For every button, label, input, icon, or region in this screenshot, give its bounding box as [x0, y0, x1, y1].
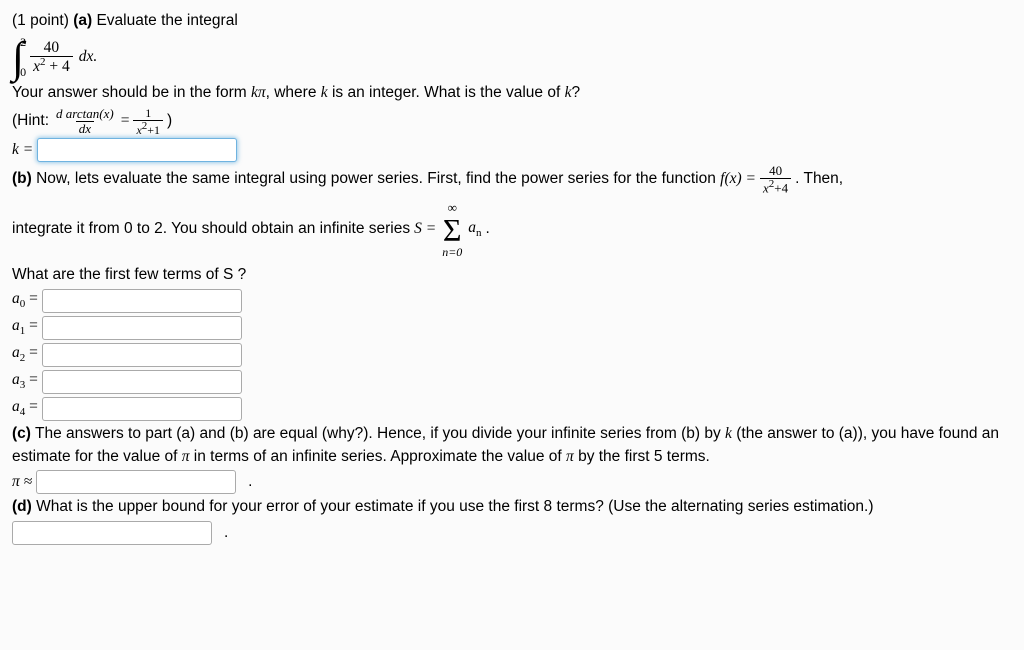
part-b-label: (b)	[12, 170, 32, 187]
a1-row: a1 =	[12, 315, 1012, 340]
points-label: (1 point)	[12, 12, 69, 29]
integral-display: ∫ 2 0 40 x2 + 4 dx.	[12, 36, 97, 78]
pi-input-row: π ≈ .	[12, 470, 1012, 494]
a2-row: a2 =	[12, 342, 1012, 367]
part-b-line1: (b) Now, lets evaluate the same integral…	[12, 164, 1012, 195]
integral-sign: ∫	[12, 38, 24, 78]
part-d-label: (d)	[12, 498, 32, 515]
part-b-line2: integrate it from 0 to 2. You should obt…	[12, 201, 1012, 258]
hint-lhs: d arctan(x) dx	[53, 107, 117, 135]
a1-input[interactable]	[42, 316, 242, 340]
part-a-header: (1 point) (a) Evaluate the integral	[12, 10, 1012, 32]
integrand-fraction: 40 x2 + 4	[30, 40, 73, 76]
fx-fraction: 40 x2+4	[760, 164, 791, 195]
part-a-text: Evaluate the integral	[96, 12, 237, 29]
k-input[interactable]	[37, 138, 237, 162]
part-c-label: (c)	[12, 425, 31, 442]
dx-text: dx.	[79, 46, 98, 68]
pi-input[interactable]	[36, 470, 236, 494]
pi-prompt: π ≈	[12, 471, 32, 493]
part-d-text: (d) What is the upper bound for your err…	[12, 496, 1012, 518]
answer-form-line: Your answer should be in the form kπ, wh…	[12, 82, 1012, 104]
a2-input[interactable]	[42, 343, 242, 367]
a3-row: a3 =	[12, 369, 1012, 394]
part-b-question: What are the first few terms of S ?	[12, 264, 1012, 286]
part-c-text: (c) The answers to part (a) and (b) are …	[12, 423, 1012, 468]
a3-input[interactable]	[42, 370, 242, 394]
k-prompt: k =	[12, 139, 33, 161]
hint-line: (Hint: d arctan(x) dx = 1 x2+1 )	[12, 107, 1012, 136]
a0-row: a0 =	[12, 288, 1012, 313]
error-input-row: .	[12, 521, 1012, 545]
a4-input[interactable]	[42, 397, 242, 421]
hint-rhs: 1 x2+1	[133, 107, 163, 136]
part-a-label: (a)	[73, 12, 92, 29]
a0-input[interactable]	[42, 289, 242, 313]
a4-row: a4 =	[12, 396, 1012, 421]
sigma-sum: ∞ Σ n=0	[442, 201, 462, 258]
error-bound-input[interactable]	[12, 521, 212, 545]
k-input-row: k =	[12, 138, 1012, 162]
